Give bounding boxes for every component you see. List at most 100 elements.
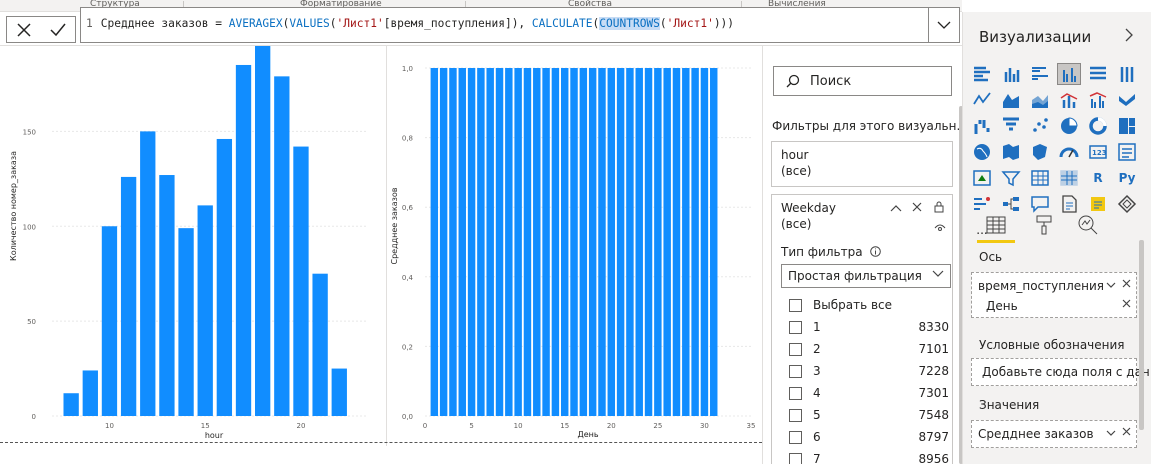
checkbox[interactable] [789, 387, 802, 400]
checkbox[interactable] [789, 321, 802, 334]
multi-row-card-icon[interactable] [1116, 142, 1138, 162]
map-icon[interactable] [971, 142, 993, 162]
100-stacked-column-chart-icon[interactable] [1116, 64, 1138, 84]
matrix-icon[interactable] [1058, 168, 1080, 188]
remove-field-icon[interactable] [1122, 426, 1131, 439]
ribbon-chart-icon[interactable] [1116, 90, 1138, 110]
clustered-column-chart-icon[interactable] [1057, 63, 1081, 85]
bar [682, 68, 690, 416]
power-apps-icon[interactable] [1116, 194, 1138, 214]
visualizations-scrollbar[interactable] [1139, 240, 1144, 430]
chevron-right-icon[interactable] [1125, 28, 1133, 46]
values-field: Средднее заказов [978, 427, 1094, 441]
check-icon[interactable] [47, 19, 69, 41]
weekday-item-6[interactable]: 6 8797 [789, 429, 949, 447]
filter-type-dropdown[interactable]: Простая фильтрация [781, 264, 951, 288]
weekday-item-1[interactable]: 1 8330 [789, 319, 949, 337]
bar [458, 68, 466, 416]
table-icon[interactable] [1029, 168, 1051, 188]
bar [570, 68, 578, 416]
chevron-down-icon[interactable] [1106, 427, 1116, 440]
hour-bar-chart[interactable]: 0 50 100 150 10 15 20 hour Количество номер_зака… [0, 46, 386, 446]
donut-chart-icon[interactable] [1087, 116, 1109, 136]
select-all-checkbox[interactable]: Выбрать все [789, 297, 949, 315]
x-tick-label: 15 [560, 422, 569, 430]
weekday-item-2[interactable]: 2 7101 [789, 341, 949, 359]
kpi-icon[interactable] [971, 168, 993, 188]
dax-formula-input[interactable]: 1 Средднее заказов = AVERAGEX(VALUES('Лис… [80, 7, 928, 43]
legend-field-well[interactable]: Добавьте сюда поля с дан... [971, 358, 1151, 386]
pie-chart-icon[interactable] [1058, 116, 1080, 136]
y-axis-title: Средднее заказов [390, 187, 399, 264]
filter-field-name: hour [781, 148, 809, 162]
scatter-chart-icon[interactable] [1029, 116, 1051, 136]
filled-map-icon[interactable] [1000, 142, 1022, 162]
line-and-column-chart-icon[interactable] [1058, 90, 1080, 110]
format-paint-roller-icon[interactable] [1029, 210, 1059, 240]
checkbox[interactable] [789, 431, 802, 444]
x-tick-label: 5 [469, 422, 473, 430]
day-bar-chart[interactable]: 0,0 0,2 0,4 0,6 0,8 1,0 0 5 10 15 20 25 30 35 День Сред… [386, 46, 762, 446]
100-stacked-bar-chart-icon[interactable] [1087, 64, 1109, 84]
checkbox[interactable] [789, 343, 802, 356]
chevron-down-icon[interactable] [1106, 279, 1116, 292]
checkbox[interactable] [789, 299, 802, 312]
y-tick-label: 0 [32, 413, 36, 421]
weekday-item-7[interactable]: 7 8956 [789, 451, 949, 464]
axis-field-well[interactable]: время_поступления День [971, 272, 1137, 318]
analytics-magnifier-icon[interactable] [1073, 210, 1103, 240]
fields-tab-icon[interactable] [981, 210, 1011, 240]
filters-section-title: Фильтры для этого визуальн... [772, 119, 968, 133]
clear-filter-icon[interactable] [912, 201, 922, 215]
weekday-item-4[interactable]: 4 7301 [789, 385, 949, 403]
bar [486, 68, 494, 416]
filter-card-weekday[interactable]: Weekday (все) Тип фильтра Простая фильтр… [771, 194, 953, 464]
filter-card-hour[interactable]: hour (все) [771, 141, 953, 187]
area-chart-icon[interactable] [1000, 90, 1022, 110]
visualizations-pane: Визуализации 123 R Py... Ось время_поступл… [962, 12, 1151, 464]
line-and-clustered-column-icon[interactable] [1087, 90, 1109, 110]
stacked-area-chart-icon[interactable] [1029, 90, 1051, 110]
y-tick-label: 0,2 [402, 343, 413, 351]
remove-field-icon[interactable] [1122, 278, 1131, 291]
card-icon[interactable]: 123 [1087, 142, 1109, 162]
checkbox[interactable] [789, 409, 802, 422]
y-tick-label: 1,0 [402, 65, 413, 73]
chevron-up-icon[interactable] [890, 201, 902, 215]
bar [598, 68, 606, 416]
weekday-item-3[interactable]: 3 7228 [789, 363, 949, 381]
stacked-bar-chart-icon[interactable] [971, 64, 993, 84]
waterfall-chart-icon[interactable] [971, 116, 993, 136]
bar [477, 68, 485, 416]
bar [654, 68, 662, 416]
python-visual-icon[interactable]: Py [1116, 168, 1138, 188]
filter-type-value: Простая фильтрация [788, 269, 922, 283]
line-chart-icon[interactable] [971, 90, 993, 110]
remove-field-icon[interactable] [1122, 298, 1131, 311]
stacked-column-chart-icon[interactable] [1000, 64, 1022, 84]
checkbox[interactable] [789, 365, 802, 378]
formula-column-ref: [время_поступления] [383, 17, 512, 30]
gauge-icon[interactable] [1058, 142, 1080, 162]
checkbox[interactable] [789, 453, 802, 464]
close-icon[interactable] [13, 19, 35, 41]
bar [523, 68, 532, 416]
bar [579, 68, 588, 416]
slicer-icon[interactable] [1000, 168, 1022, 188]
bar [514, 68, 522, 416]
y-tick-label: 0,6 [402, 204, 414, 212]
formula-expand-button[interactable] [928, 7, 960, 43]
formula-measure-name: Средднее заказов = [100, 17, 229, 30]
filters-search-input[interactable]: Поиск [773, 66, 952, 96]
funnel-chart-icon[interactable] [1000, 116, 1022, 136]
clustered-bar-chart-icon[interactable] [1029, 64, 1051, 84]
weekday-item-5[interactable]: 5 7548 [789, 407, 949, 425]
treemap-icon[interactable] [1116, 116, 1138, 136]
lock-icon[interactable] [934, 201, 944, 216]
formula-table-ref: 'Лист1' [666, 17, 714, 30]
values-field-well[interactable]: Средднее заказов [971, 420, 1137, 448]
shape-map-icon[interactable] [1029, 142, 1051, 162]
r-script-visual-icon[interactable]: R [1087, 168, 1109, 188]
bar [63, 393, 79, 416]
visibility-icon[interactable] [934, 221, 946, 235]
